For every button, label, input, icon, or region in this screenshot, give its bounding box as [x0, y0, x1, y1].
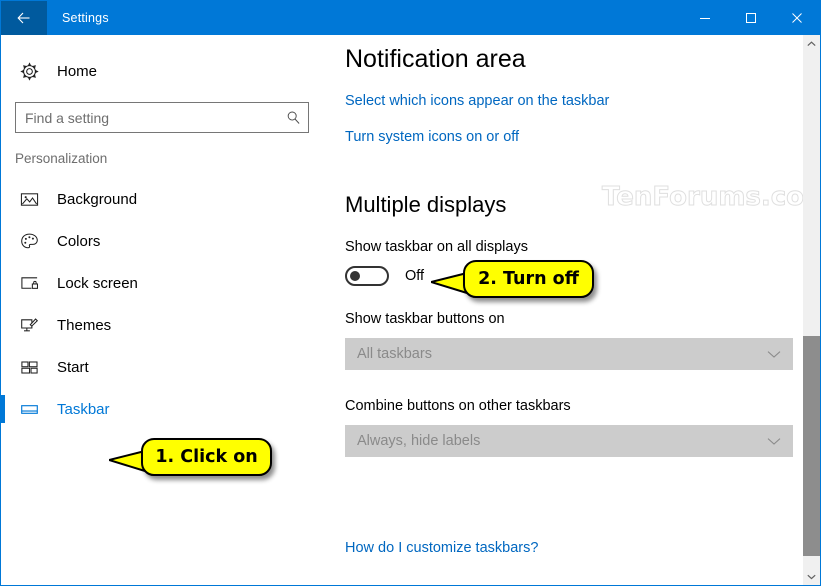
- sidebar-item-label: Start: [57, 358, 89, 376]
- turn-system-icons-link[interactable]: Turn system icons on or off: [345, 129, 519, 145]
- minimize-icon: [700, 18, 710, 19]
- select-icons-link[interactable]: Select which icons appear on the taskbar: [345, 93, 609, 109]
- search-icon[interactable]: [286, 103, 301, 132]
- sidebar: Home Personalization: [1, 35, 335, 585]
- sidebar-item-background[interactable]: Background: [1, 178, 335, 220]
- sidebar-item-label: Taskbar: [57, 400, 110, 418]
- sidebar-nav-list: Background Colors Lock screen Themes Sta…: [1, 178, 335, 430]
- sidebar-item-label: Lock screen: [57, 274, 138, 292]
- notification-area-heading: Notification area: [345, 45, 526, 73]
- window-title: Settings: [62, 11, 109, 25]
- toggle-knob: [350, 271, 360, 281]
- sidebar-item-themes[interactable]: Themes: [1, 304, 335, 346]
- lock-screen-icon: [20, 274, 46, 293]
- sidebar-item-lock-screen[interactable]: Lock screen: [1, 262, 335, 304]
- customize-taskbars-link[interactable]: How do I customize taskbars?: [345, 540, 538, 556]
- multiple-displays-heading: Multiple displays: [345, 192, 507, 217]
- close-icon: [792, 13, 802, 23]
- show-taskbar-buttons-on-dropdown[interactable]: All taskbars: [345, 338, 793, 370]
- minimize-button[interactable]: [682, 1, 728, 35]
- show-taskbar-all-displays-toggle[interactable]: [345, 266, 389, 286]
- selection-indicator: [1, 395, 5, 423]
- sidebar-item-taskbar[interactable]: Taskbar: [1, 388, 335, 430]
- title-bar: Settings: [1, 1, 820, 35]
- sidebar-item-colors[interactable]: Colors: [1, 220, 335, 262]
- vertical-scrollbar[interactable]: [803, 35, 820, 585]
- main-content: Notification area Select which icons app…: [335, 35, 820, 585]
- scrollbar-up-button[interactable]: [803, 35, 820, 52]
- combine-buttons-dropdown[interactable]: Always, hide labels: [345, 425, 793, 457]
- chevron-down-icon: [767, 437, 781, 446]
- dropdown-value: Always, hide labels: [357, 433, 481, 449]
- close-button[interactable]: [774, 1, 820, 35]
- taskbar-icon: [20, 400, 46, 419]
- start-icon: [20, 358, 46, 377]
- maximize-button[interactable]: [728, 1, 774, 35]
- show-taskbar-all-displays-label: Show taskbar on all displays: [345, 239, 528, 255]
- search-input[interactable]: [25, 104, 275, 131]
- window-body: Home Personalization: [1, 35, 820, 585]
- sidebar-item-start[interactable]: Start: [1, 346, 335, 388]
- dropdown-value: All taskbars: [357, 346, 432, 362]
- sidebar-item-home-label: Home: [57, 62, 98, 80]
- callout-1-text: 1. Click on: [155, 447, 258, 467]
- sidebar-item-label: Themes: [57, 316, 112, 334]
- callout-2: 2. Turn off: [463, 260, 594, 298]
- chevron-down-icon: [767, 350, 781, 359]
- sidebar-item-home[interactable]: Home: [1, 54, 335, 88]
- sidebar-item-label: Background: [57, 190, 138, 208]
- palette-icon: [20, 232, 46, 251]
- callout-2-text: 2. Turn off: [478, 269, 579, 289]
- picture-icon: [20, 190, 46, 209]
- maximize-icon: [746, 13, 756, 23]
- chevron-up-icon: [807, 40, 816, 46]
- back-button[interactable]: [1, 1, 47, 35]
- scrollbar-thumb[interactable]: [803, 336, 820, 556]
- show-taskbar-buttons-on-label: Show taskbar buttons on: [345, 311, 505, 327]
- callout-1: 1. Click on: [141, 438, 272, 476]
- back-arrow-icon: [17, 12, 30, 24]
- sidebar-item-label: Colors: [57, 232, 101, 250]
- chevron-down-icon: [807, 574, 816, 579]
- gear-icon: [20, 61, 46, 81]
- settings-window: Settings Home Find a setting Personaliza…: [0, 0, 821, 586]
- sidebar-section-label: Personalization: [15, 151, 108, 166]
- themes-icon: [20, 316, 46, 335]
- toggle-state-label: Off: [405, 268, 425, 284]
- search-box[interactable]: [15, 102, 309, 133]
- combine-buttons-label: Combine buttons on other taskbars: [345, 398, 571, 414]
- scrollbar-down-button[interactable]: [803, 568, 820, 585]
